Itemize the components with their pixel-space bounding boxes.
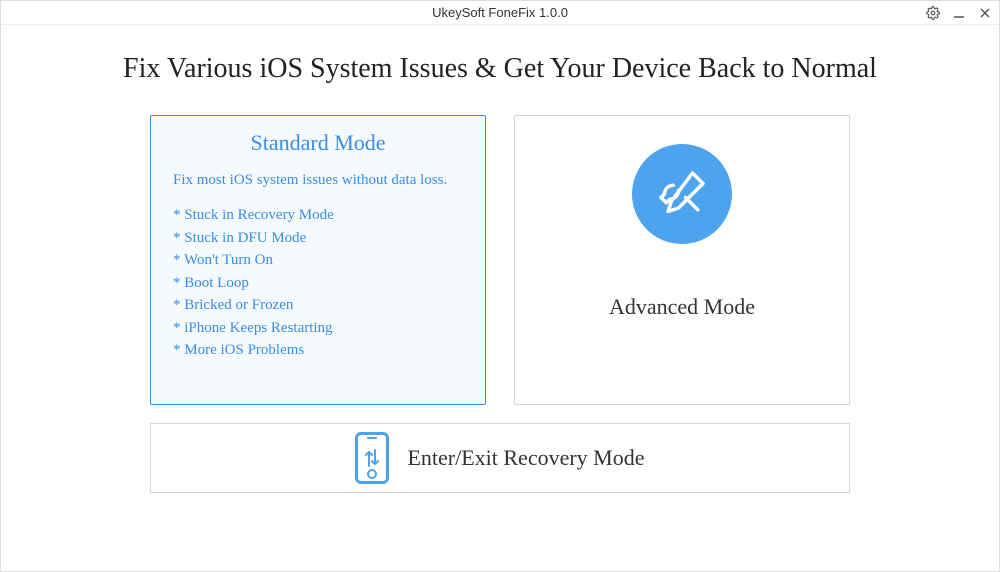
app-window: UkeySoft FoneFix 1.0.0 Fix Various iOS S… <box>0 0 1000 572</box>
standard-mode-list: Stuck in Recovery Mode Stuck in DFU Mode… <box>173 204 463 362</box>
gear-icon <box>926 6 940 20</box>
standard-mode-card[interactable]: Standard Mode Fix most iOS system issues… <box>150 115 486 405</box>
mode-cards: Standard Mode Fix most iOS system issues… <box>150 115 850 405</box>
window-controls <box>925 1 993 25</box>
settings-button[interactable] <box>925 5 941 21</box>
list-item: Boot Loop <box>173 272 463 295</box>
main-content: Fix Various iOS System Issues & Get Your… <box>1 25 999 571</box>
list-item: Bricked or Frozen <box>173 294 463 317</box>
tools-icon <box>632 144 732 244</box>
standard-mode-title: Standard Mode <box>173 130 463 156</box>
window-title: UkeySoft FoneFix 1.0.0 <box>432 5 568 20</box>
list-item: Stuck in Recovery Mode <box>173 204 463 227</box>
close-button[interactable] <box>977 5 993 21</box>
list-item: More iOS Problems <box>173 339 463 362</box>
page-headline: Fix Various iOS System Issues & Get Your… <box>123 53 877 85</box>
phone-icon <box>355 432 389 484</box>
recovery-mode-button[interactable]: Enter/Exit Recovery Mode <box>150 423 850 493</box>
minimize-icon <box>953 7 965 19</box>
recovery-mode-label: Enter/Exit Recovery Mode <box>407 445 644 471</box>
titlebar: UkeySoft FoneFix 1.0.0 <box>1 1 999 25</box>
list-item: iPhone Keeps Restarting <box>173 317 463 340</box>
list-item: Stuck in DFU Mode <box>173 227 463 250</box>
list-item: Won't Turn On <box>173 249 463 272</box>
standard-mode-desc: Fix most iOS system issues without data … <box>173 170 463 190</box>
advanced-mode-title: Advanced Mode <box>609 294 755 320</box>
close-icon <box>979 7 991 19</box>
advanced-mode-card[interactable]: Advanced Mode <box>514 115 850 405</box>
minimize-button[interactable] <box>951 5 967 21</box>
